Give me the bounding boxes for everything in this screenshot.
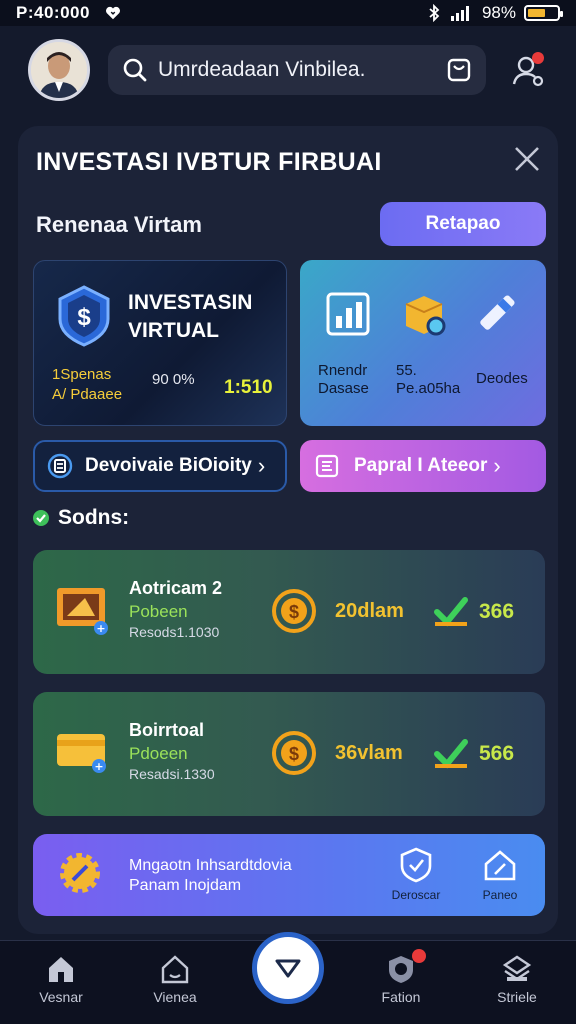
status-heading: Sodns:: [32, 506, 129, 530]
dollar-coin-icon: $: [272, 731, 316, 775]
chevron-right-icon: ›: [493, 453, 501, 478]
status-bar: P:40:000 98%: [0, 0, 576, 26]
promo-action-2-label: Paneo: [482, 888, 518, 902]
battery-fill: [528, 9, 545, 17]
svg-text:$: $: [289, 602, 299, 622]
svg-text:+: +: [94, 760, 103, 773]
invest-card-label-b: 90 0%: [152, 371, 195, 388]
virtual-investment-card[interactable]: $ INVESTASIN VIRTUAL 1Spenas A/ Pdaaee 9…: [33, 260, 287, 426]
investment-row[interactable]: + Aotricam 2 Pobeen Resods1.1030 $ 20dla…: [33, 550, 545, 674]
investment-panel: INVESTASI IVBTUR FIRBUAI Renenaa Virtam …: [18, 126, 558, 934]
svg-text:+: +: [96, 622, 105, 635]
panel-title: INVESTASI IVBTUR FIRBUAI: [36, 148, 382, 176]
nav-item-striele[interactable]: Striele: [472, 953, 562, 1005]
house-outline-icon: [161, 955, 189, 984]
layers-icon: [502, 955, 532, 981]
nav-label: Vesnar: [39, 989, 83, 1005]
svg-text:$: $: [289, 744, 299, 764]
gear-icon: [60, 853, 100, 893]
search-input[interactable]: Umrdeadaan Vinbilea.: [158, 58, 446, 82]
nav-item-fation[interactable]: Fation: [356, 949, 446, 1005]
portfolio-thumb-icon: +: [57, 588, 108, 635]
dollar-shield-icon: $: [58, 285, 110, 347]
tool-label-0: Rnendr Dasase: [318, 362, 369, 397]
growth-check-icon: [434, 739, 468, 769]
house-edit-icon: [484, 850, 516, 881]
pen-icon[interactable]: [472, 290, 520, 338]
dollar-coin-icon: $: [272, 589, 316, 633]
status-time: P:40:000: [16, 3, 90, 22]
invest-card-title: INVESTASIN VIRTUAL: [128, 291, 253, 342]
app-header: Umrdeadaan Vinbilea.: [0, 28, 576, 112]
check-circle-icon: [33, 510, 49, 526]
proposal-button[interactable]: Papral I Ateeor ›: [300, 440, 546, 492]
row-sub: Pdoeen: [129, 744, 188, 763]
invest-label-a2: A/ Pdaaee: [52, 386, 123, 403]
develop-button[interactable]: Devoivaie BiOioity ›: [33, 440, 287, 492]
promo-action-2[interactable]: Paneo: [465, 846, 535, 902]
proposal-button-label: Papral I Ateeor: [354, 455, 488, 476]
nav-badge: [412, 949, 426, 963]
battery-icon: [524, 5, 563, 21]
bag-icon[interactable]: [446, 57, 472, 83]
row-amount: 36vlam: [335, 742, 403, 764]
develop-button-label: Devoivaie BiOioity: [85, 455, 252, 476]
row-name: Aotricam 2: [129, 578, 223, 598]
promo-text: Mngaotn Inhsardtdovia Panam Inojdam: [129, 856, 292, 896]
row-name: Boirrtoal: [129, 720, 205, 740]
top-action-button[interactable]: Retapao: [380, 202, 546, 246]
row-meta: Resadsi.1330: [129, 766, 215, 782]
chart-icon[interactable]: [324, 290, 372, 338]
home-icon: [49, 957, 73, 982]
box-search-icon[interactable]: [400, 290, 448, 338]
status-heading-label: Sodns:: [58, 506, 130, 529]
avatar[interactable]: [28, 39, 90, 101]
bluetooth-icon: [429, 4, 440, 22]
row-amount: 20dlam: [335, 600, 404, 622]
triangle-down-icon: [275, 959, 301, 978]
status-right: 98%: [426, 3, 563, 23]
investment-row[interactable]: + Boirrtoal Pdoeen Resadsi.1330 $ 36vlam…: [33, 692, 545, 816]
avatar-image: [31, 42, 87, 98]
growth-check-icon: [434, 597, 468, 627]
center-action-button[interactable]: [252, 932, 324, 1004]
section-subtitle: Renenaa Virtam: [36, 212, 202, 237]
document-icon: [47, 453, 73, 479]
invest-card-label-c: 1:510: [224, 377, 273, 398]
svg-text:$: $: [77, 304, 91, 331]
battery-percent: 98%: [481, 3, 516, 22]
tools-card: Rnendr Dasase 55. Pe.a05ha Deodes: [300, 260, 546, 426]
signal-icon: [450, 6, 469, 21]
row-value: 566: [479, 742, 515, 765]
search-icon: [123, 58, 147, 82]
promo-action-1-label: Deroscar: [391, 888, 441, 902]
card-thumb-icon: +: [57, 734, 106, 773]
heart-icon: [105, 6, 120, 20]
nav-label: Fation: [381, 989, 421, 1005]
row-value: 366: [479, 600, 515, 623]
tool-label-2: Deodes: [476, 370, 528, 387]
invest-card-label-a: 1Spenas A/ Pdaaee: [52, 365, 122, 405]
form-icon: [315, 454, 339, 478]
nav-item-home[interactable]: Vesnar: [16, 953, 106, 1005]
promo-line-1: Mngaotn Inhsardtdovia: [129, 857, 292, 874]
row-sub: Pobeen: [129, 602, 188, 621]
search-bar[interactable]: Umrdeadaan Vinbilea.: [108, 45, 486, 95]
promo-banner[interactable]: Mngaotn Inhsardtdovia Panam Inojdam Dero…: [33, 834, 545, 916]
chevron-right-icon: ›: [257, 453, 266, 478]
shield-check-icon: [400, 847, 432, 883]
invest-label-a1: 1Spenas: [52, 366, 112, 383]
notification-dot: [532, 52, 544, 64]
close-icon[interactable]: [512, 144, 542, 174]
tool-label-1: 55. Pe.a05ha: [396, 362, 461, 397]
nav-label: Striele: [497, 989, 537, 1005]
nav-label: Vienea: [153, 989, 197, 1005]
promo-line-2: Panam Inojdam: [129, 877, 242, 894]
nav-item-views[interactable]: Vienea: [130, 953, 220, 1005]
promo-action-1[interactable]: Deroscar: [381, 846, 451, 902]
row-meta: Resods1.1030: [129, 624, 220, 640]
notification-button[interactable]: [508, 50, 548, 90]
